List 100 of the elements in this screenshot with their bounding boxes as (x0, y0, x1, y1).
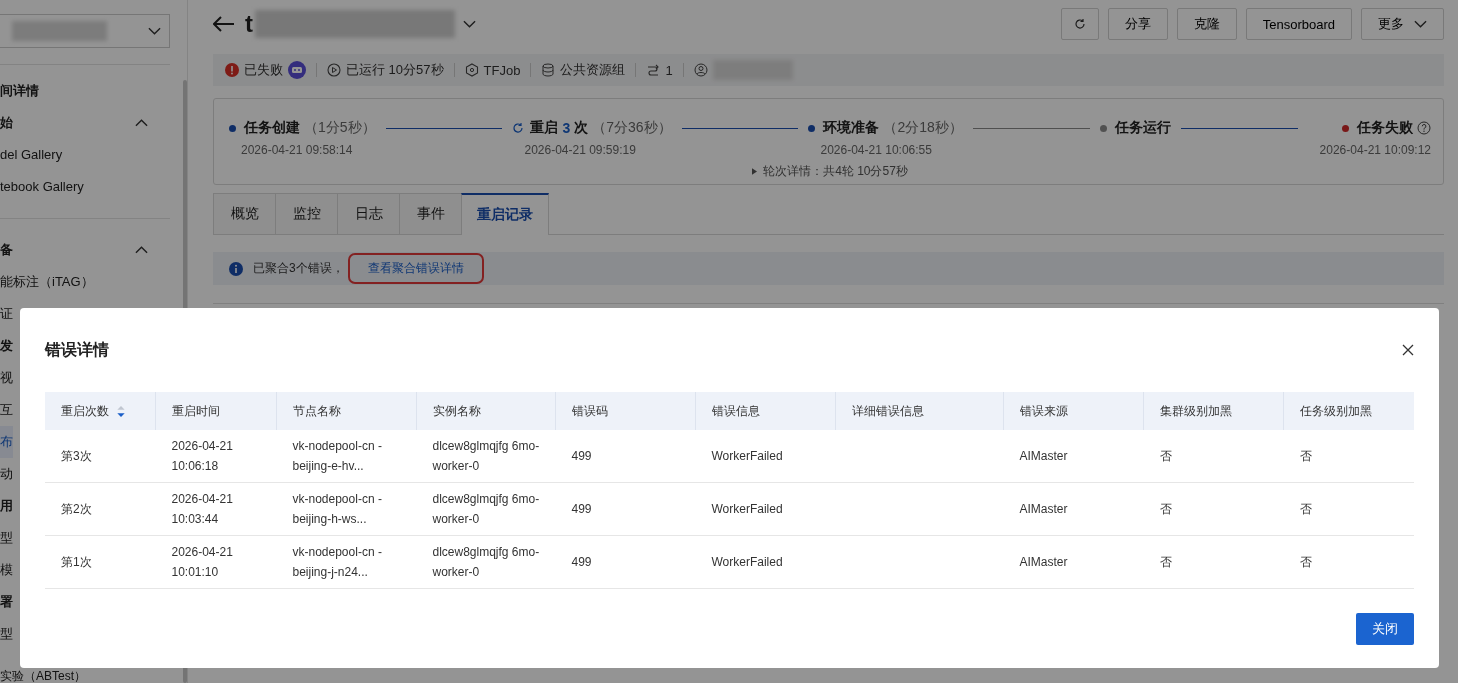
header-button[interactable]: Tensorboard (1245, 8, 1352, 40)
close-button[interactable] (1402, 344, 1414, 356)
tab[interactable]: 重启记录 (461, 193, 549, 235)
status-dot (808, 124, 816, 132)
round-details-toggle[interactable]: 轮次详情：共4轮 10分57秒 (229, 163, 1431, 180)
column-header[interactable]: 重启次数 (45, 392, 156, 430)
runtime-text: 已运行 10分57秒 (346, 61, 444, 79)
nav-item[interactable]: del Gallery (0, 139, 63, 171)
nav-item[interactable]: 实验（ABTest） (0, 669, 86, 683)
tab[interactable]: 日志 (337, 193, 399, 235)
node-count: 1 (665, 62, 673, 78)
status-dot (1342, 124, 1350, 132)
tab[interactable]: 监控 (275, 193, 337, 235)
help-icon (1417, 121, 1432, 135)
nodes-icon (646, 63, 661, 77)
column-header: 重启时间 (155, 392, 277, 430)
nav-item[interactable]: tebook Gallery (0, 171, 84, 203)
table-cell: WorkerFailed (695, 430, 836, 483)
database-icon (541, 63, 556, 77)
table-cell: AIMaster (1003, 430, 1144, 483)
table-cell: 否 (1143, 482, 1284, 536)
table-cell: 第1次 (45, 535, 156, 589)
table-cell: 499 (555, 535, 696, 589)
caret-right-icon (752, 168, 758, 175)
step-duration: （1分5秒） (304, 119, 376, 137)
step-label: 环境准备 (823, 119, 880, 137)
restart-count: 3 (562, 120, 571, 136)
resource-group-text: 公共资源组 (560, 61, 626, 79)
table-cell: vk-nodepool-cn -beijing-h-ws... (276, 482, 417, 536)
header-button[interactable]: 分享 (1107, 8, 1168, 40)
header-button[interactable]: 克隆 (1176, 8, 1237, 40)
nav-item[interactable]: 型 (0, 522, 13, 554)
info-icon (229, 261, 243, 276)
nav-item[interactable]: 互 (0, 394, 13, 426)
table-cell: 499 (555, 482, 696, 536)
table-cell: dlcew8glmqjfg 6mo-worker-0 (416, 535, 556, 589)
workspace-select[interactable] (0, 14, 170, 48)
error-details-link[interactable]: 查看聚合错误详情 (367, 261, 464, 275)
table-cell: vk-nodepool-cn -beijing-j-n24... (276, 535, 417, 589)
nav-item[interactable]: 证 (0, 298, 13, 330)
status-dot (229, 124, 236, 132)
step-time: 2026-04-21 09:59:19 (524, 143, 637, 157)
step-duration: （7分36秒） (592, 119, 672, 137)
table-cell: 否 (1283, 535, 1414, 589)
chevron-down-icon (1414, 20, 1427, 28)
nav-item[interactable]: 布 (0, 426, 13, 458)
nav-item[interactable]: 动 (0, 458, 13, 490)
table-cell: 否 (1283, 482, 1414, 536)
user-icon (693, 63, 708, 77)
tab[interactable]: 概览 (213, 193, 275, 235)
more-menu-button[interactable]: 更多 (1361, 8, 1444, 40)
status-text: 已失败 (244, 61, 283, 79)
nav-item[interactable]: 模 (0, 554, 13, 586)
close-dialog-button[interactable]: 关闭 (1356, 613, 1414, 645)
table-cell: 否 (1283, 430, 1414, 483)
section-heading: 发 (0, 337, 13, 355)
column-header: 错误码 (555, 392, 696, 430)
table-cell: 否 (1143, 535, 1284, 589)
step-time: 2026-04-21 09:58:14 (241, 143, 354, 157)
step-time: 2026-04-21 10:09:12 (1319, 143, 1432, 157)
group-header[interactable]: 始 (0, 107, 170, 139)
section-heading: 用 (0, 497, 13, 515)
chevron-down-icon (463, 20, 476, 28)
nav-item[interactable]: 能标注（iTAG） (0, 266, 94, 298)
table-cell: WorkerFailed (695, 482, 836, 536)
play-circle-icon (327, 63, 341, 77)
section-heading: 署 (0, 593, 13, 611)
step-label: 任务失败 (1357, 119, 1414, 137)
table-cell: 2026-04-21 10:06:18 (155, 430, 277, 483)
step-time: 2026-04-21 10:06:55 (820, 143, 933, 157)
table-cell: vk-nodepool-cn -beijing-e-hv... (276, 430, 417, 483)
tab[interactable]: 事件 (399, 193, 461, 235)
table-cell: dlcew8glmqjfg 6mo-worker-0 (416, 482, 556, 536)
table-cell: dlcew8glmqjfg 6mo-worker-0 (416, 430, 556, 483)
error-icon (225, 63, 239, 77)
dialog-title: 错误详情 (45, 339, 109, 360)
table-cell: AIMaster (1003, 482, 1144, 536)
group-header[interactable]: 备 (0, 234, 170, 266)
table-cell: 499 (555, 430, 696, 483)
refresh-icon (1073, 18, 1086, 30)
table-cell: 否 (1143, 430, 1284, 483)
back-arrow-icon (213, 16, 235, 32)
column-header: 错误信息 (695, 392, 836, 430)
nav-item[interactable]: 视 (0, 362, 13, 394)
step-label: 任务创建 (244, 119, 300, 137)
column-header: 任务级别加黑 (1283, 392, 1414, 430)
group-label: 备 (0, 241, 13, 259)
section-heading: 间详情 (0, 82, 39, 100)
nav-item[interactable]: 型 (0, 618, 13, 650)
hexagon-icon (464, 63, 479, 77)
column-header: 集群级别加黑 (1143, 392, 1284, 430)
close-icon (1402, 344, 1414, 356)
refresh-button[interactable] (1060, 8, 1099, 40)
table-cell: 2026-04-21 10:03:44 (155, 482, 277, 536)
table-cell: WorkerFailed (695, 535, 836, 589)
column-header: 节点名称 (276, 392, 417, 430)
column-header: 实例名称 (416, 392, 556, 430)
step-label: 次 (574, 119, 589, 137)
refresh-icon (512, 122, 525, 134)
page-title: t (245, 10, 253, 38)
